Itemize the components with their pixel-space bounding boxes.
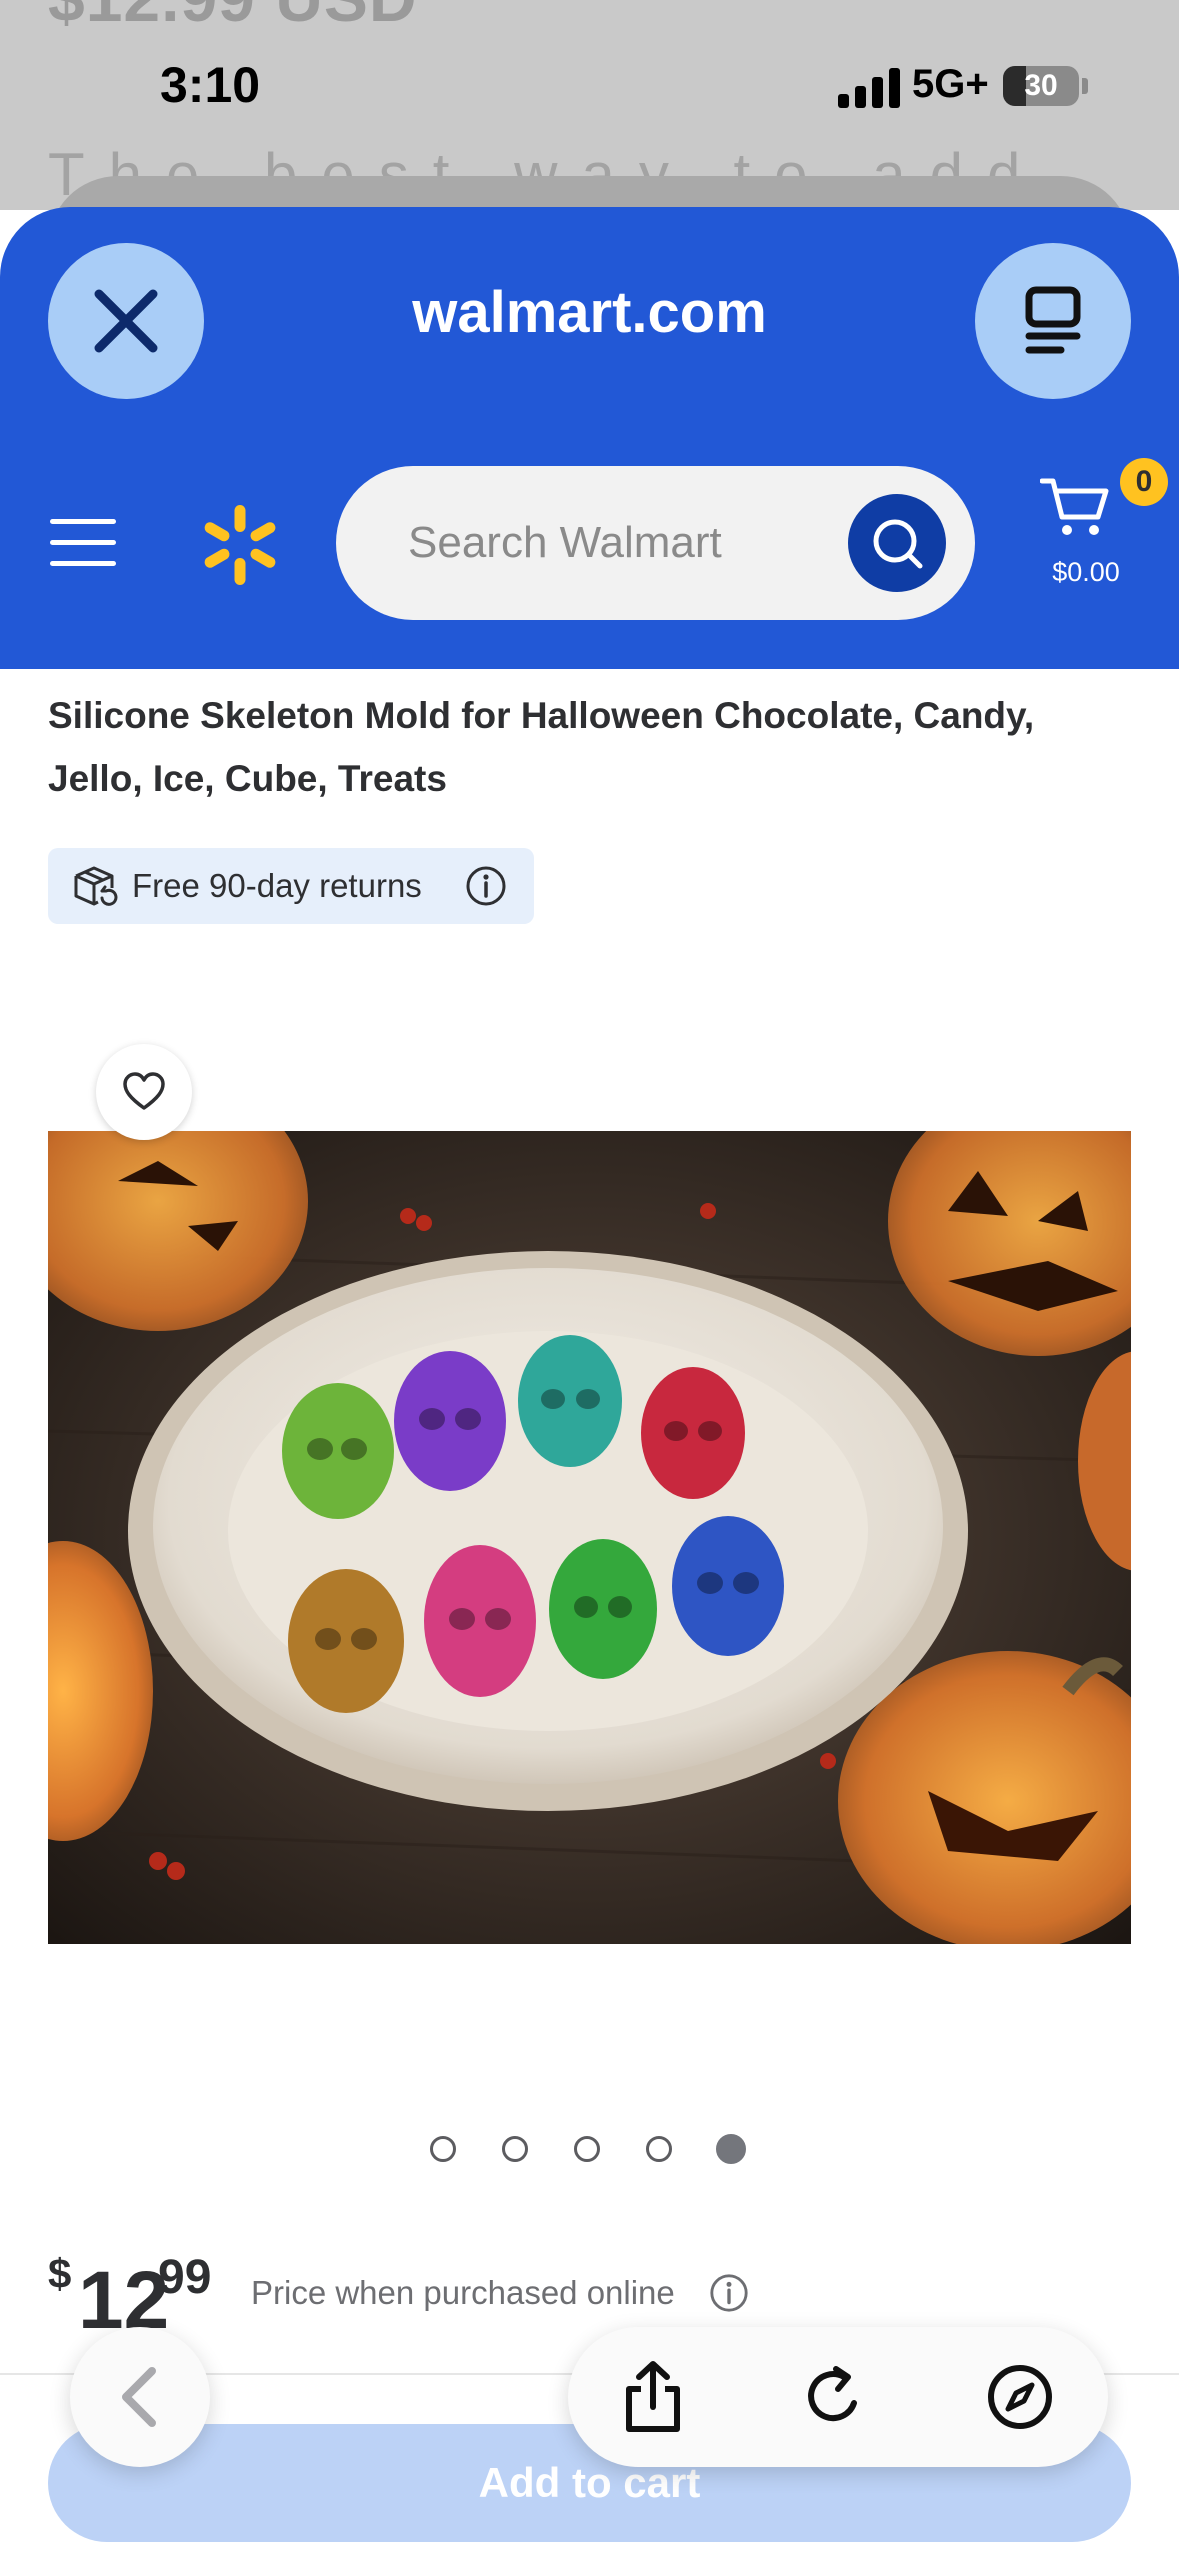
reload-icon — [808, 2366, 857, 2422]
cart-icon — [1039, 478, 1109, 535]
share-icon — [626, 2361, 680, 2432]
info-icon[interactable] — [464, 864, 508, 908]
menu-icon[interactable] — [50, 519, 116, 567]
price-note: Price when purchased online — [251, 2274, 675, 2311]
cart-total: $0.00 — [1052, 557, 1120, 587]
returns-box-icon — [74, 866, 118, 906]
price-cents: 99 — [158, 2251, 212, 2304]
battery-nub — [1082, 78, 1088, 94]
status-bar: 3:10 5G+ 30 — [0, 0, 1179, 170]
reload-button[interactable] — [796, 2357, 876, 2437]
browser-toolbar — [568, 2327, 1108, 2467]
product-photo — [48, 1131, 1131, 1944]
browser-sheet-header: walmart.com Search Walmart 0 $0.00 — [0, 207, 1179, 669]
network-type: 5G+ — [912, 62, 989, 106]
heart-icon — [123, 1072, 165, 1110]
search-input[interactable]: Search Walmart — [336, 466, 975, 620]
product-title: Silicone Skeleton Mold for Halloween Cho… — [48, 695, 1035, 799]
cart-button[interactable]: 0 $0.00 — [1039, 458, 1168, 595]
battery-level: 30 — [1024, 69, 1058, 102]
signal-icon — [838, 64, 902, 108]
compass-button[interactable] — [980, 2357, 1060, 2437]
tabs-icon — [1025, 286, 1081, 354]
carousel-dot[interactable] — [502, 2136, 528, 2162]
search-placeholder: Search Walmart — [408, 518, 722, 567]
share-button[interactable] — [613, 2357, 693, 2437]
tabs-button[interactable] — [975, 243, 1131, 399]
carousel-dot-active[interactable] — [716, 2134, 746, 2164]
info-icon[interactable] — [708, 2272, 750, 2314]
carousel-dot[interactable] — [430, 2136, 456, 2162]
back-button[interactable] — [70, 2327, 210, 2467]
chevron-left-icon — [122, 2367, 156, 2427]
product-image[interactable] — [48, 1131, 1131, 1944]
price-currency: $ — [48, 2250, 72, 2297]
carousel-dot[interactable] — [646, 2136, 672, 2162]
carousel-dots[interactable] — [430, 2134, 760, 2166]
background-sheet-edge — [48, 176, 1131, 210]
search-icon — [873, 519, 923, 569]
carousel-dot[interactable] — [574, 2136, 600, 2162]
status-time: 3:10 — [160, 57, 261, 113]
compass-icon — [988, 2365, 1052, 2429]
returns-badge[interactable]: Free 90-day returns — [48, 848, 534, 924]
returns-label: Free 90-day returns — [132, 867, 422, 904]
search-button[interactable] — [848, 494, 946, 592]
battery-icon: 30 — [1003, 66, 1079, 106]
favorite-button[interactable] — [96, 1044, 192, 1140]
walmart-spark-logo[interactable] — [198, 503, 282, 587]
cart-count-badge: 0 — [1120, 458, 1168, 506]
